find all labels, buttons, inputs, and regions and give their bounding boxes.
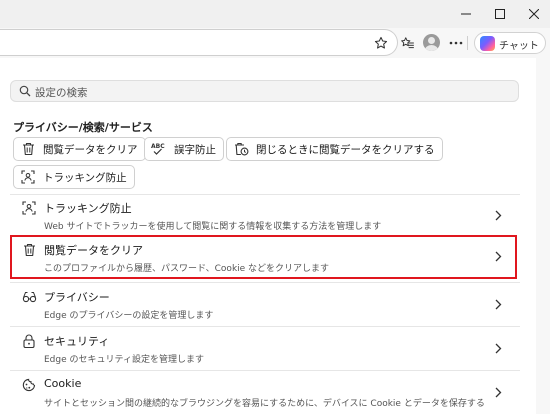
chevron-right-icon <box>495 343 502 354</box>
maximize-icon <box>495 9 505 19</box>
trash-icon <box>21 242 37 258</box>
star-icon <box>374 36 388 49</box>
chip-typo-protection[interactable]: ABC 誤字防止 <box>144 137 224 161</box>
minimize-button[interactable] <box>448 0 484 28</box>
glasses-icon <box>21 289 37 305</box>
chip-label: 閉じるときに閲覧データをクリアする <box>256 143 435 156</box>
chevron-right-icon <box>495 251 502 262</box>
toolbar-divider <box>467 36 468 50</box>
settings-row-clear-browsing-data[interactable]: 閲覧データをクリア このプロファイルから履歴、パスワード、Cookie などをク… <box>10 235 517 279</box>
settings-row-security[interactable]: セキュリティ Edge のセキュリティ設定を管理します <box>10 327 517 371</box>
row-title: セキュリティ <box>44 335 110 348</box>
more-menu-button[interactable] <box>444 31 468 55</box>
row-title: Cookie <box>44 377 82 390</box>
row-description: Edge のプライバシーの設定を管理します <box>44 311 214 321</box>
favorites-button[interactable] <box>395 31 419 55</box>
favorites-icon <box>400 37 414 49</box>
row-title: プライバシー <box>44 291 110 304</box>
settings-row-privacy[interactable]: プライバシー Edge のプライバシーの設定を管理します <box>10 283 517 327</box>
tracking-icon <box>21 200 37 216</box>
section-title: プライバシー/検索/サービス <box>13 121 153 134</box>
row-title: 閲覧データをクリア <box>44 244 143 257</box>
settings-row-cookie[interactable]: Cookie サイトとセッション間の継続的なブラウジングを容易にするために、デバ… <box>10 371 517 414</box>
chevron-right-icon <box>495 299 502 310</box>
copilot-label: チャット <box>499 41 539 52</box>
row-description: Edge のセキュリティ設定を管理します <box>44 355 204 365</box>
chevron-right-icon <box>495 387 502 398</box>
more-icon <box>449 41 463 45</box>
chip-label: 閲覧データをクリア <box>43 143 138 156</box>
chip-clear-on-close[interactable]: 閉じるときに閲覧データをクリアする <box>226 137 443 161</box>
chevron-right-icon <box>495 210 502 221</box>
search-placeholder: 設定の検索 <box>35 87 88 99</box>
minimize-icon <box>461 13 471 15</box>
close-button[interactable] <box>516 0 550 28</box>
profile-avatar[interactable] <box>423 34 440 51</box>
row-title: トラッキング防止 <box>44 202 132 215</box>
copilot-icon <box>480 36 495 51</box>
favorite-star-button[interactable] <box>369 31 393 55</box>
trash-icon <box>20 141 36 157</box>
row-description: Web サイトでトラッカーを使用して閲覧に関する情報を収集する方法を管理します <box>44 222 382 232</box>
chip-tracking-prevention[interactable]: トラッキング防止 <box>13 165 135 189</box>
settings-content: 設定の検索 プライバシー/検索/サービス 閲覧データをクリア ABC 誤字防止 … <box>0 58 550 414</box>
svg-text:ABC: ABC <box>151 143 165 150</box>
cookie-icon <box>21 377 37 393</box>
row-description: サイトとセッション間の継続的なブラウジングを容易にするために、デバイスに Coo… <box>44 399 485 409</box>
tracking-icon <box>20 169 36 185</box>
settings-search-input[interactable]: 設定の検索 <box>10 80 519 102</box>
trash-clock-icon <box>233 141 249 157</box>
maximize-button[interactable] <box>482 0 518 28</box>
address-bar[interactable] <box>0 29 398 56</box>
chip-clear-browsing-data[interactable]: 閲覧データをクリア <box>13 137 146 161</box>
spellcheck-icon: ABC <box>151 141 167 157</box>
title-bar <box>0 0 550 28</box>
copilot-chat-button[interactable]: チャット <box>474 32 546 54</box>
row-description: このプロファイルから履歴、パスワード、Cookie などをクリアします <box>44 264 330 274</box>
close-icon <box>529 9 539 19</box>
lock-icon <box>21 333 37 349</box>
chip-label: 誤字防止 <box>174 143 216 156</box>
settings-row-tracking-prevention[interactable]: トラッキング防止 Web サイトでトラッカーを使用して閲覧に関する情報を収集する… <box>10 194 517 238</box>
scrollbar[interactable] <box>536 58 550 414</box>
chip-label: トラッキング防止 <box>43 171 127 184</box>
search-icon <box>19 85 31 97</box>
